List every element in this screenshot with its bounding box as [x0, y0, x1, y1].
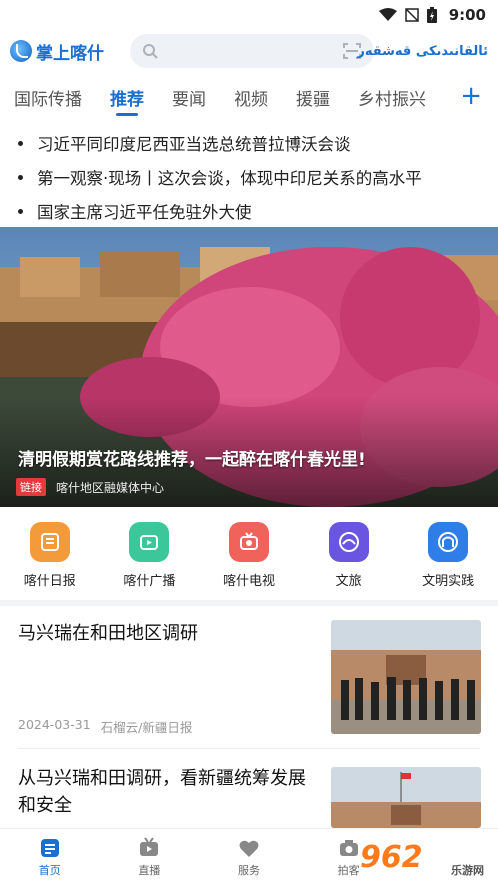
culture-tourism-icon [328, 522, 369, 562]
headline-list: 习近平同印度尼西亚当选总统普拉博沃会谈 第一观察·现场丨这次会谈，体现中印尼关系… [0, 122, 498, 228]
nav-label: 拍客 [337, 864, 360, 877]
nav-label: 服务 [237, 864, 260, 877]
service-icon [239, 840, 259, 857]
add-tab-icon[interactable]: + [460, 83, 482, 109]
headline-item[interactable]: 习近平同印度尼西亚当选总统普拉博沃会谈 [16, 126, 482, 160]
nav-label: 首页 [38, 864, 61, 877]
search-bar[interactable] [130, 34, 374, 68]
tv-icon [228, 522, 269, 562]
service-shortcuts: 喀什日报 喀什广播 喀什电视 文旅 文明实践 [0, 522, 498, 592]
service-kashgar-tv[interactable]: 喀什电视 [204, 522, 294, 592]
tab-recommend[interactable]: 推荐 [110, 72, 144, 122]
news-title: 马兴瑞在和田地区调研 [18, 623, 198, 644]
nav-label: 直播 [138, 864, 161, 877]
logo-mark-icon [10, 40, 32, 62]
tab-video[interactable]: 视频 [234, 72, 268, 122]
service-label: 喀什日报 [23, 574, 76, 589]
radio-icon [129, 522, 170, 562]
status-time: 9:00 [448, 6, 486, 24]
watermark-sub: 乐游网 [451, 864, 484, 877]
news-card[interactable]: 马兴瑞在和田地区调研 2024-03-31 石榴云/新疆日报 [0, 606, 498, 748]
tab-aid-xinjiang[interactable]: 援疆 [296, 72, 330, 122]
uyghur-app-name[interactable]: ئالقانىدىكى قەشقەر [357, 44, 488, 59]
site-watermark: 962 乐游网 [360, 834, 490, 880]
camera-icon [339, 840, 358, 856]
service-label: 喀什广播 [123, 574, 176, 589]
service-kashgar-daily[interactable]: 喀什日报 [5, 522, 95, 592]
nav-service[interactable]: 服务 [199, 829, 299, 885]
bullet-icon [18, 140, 23, 146]
tab-rural-revitalization[interactable]: 乡村振兴 [358, 72, 426, 122]
hero-title: 清明假期赏花路线推荐，一起醉在喀什春光里! [18, 450, 366, 470]
app-logo[interactable]: 掌上喀什 [10, 39, 122, 64]
service-label: 喀什电视 [222, 574, 275, 589]
service-label: 文明实践 [422, 574, 475, 589]
bullet-icon [18, 174, 23, 180]
app-header: 掌上喀什 ئالقانىدىكى قەشقەر [0, 30, 498, 72]
link-badge: 链接 [16, 478, 46, 496]
service-label: 文旅 [335, 574, 362, 589]
tab-international[interactable]: 国际传播 [14, 72, 82, 122]
wifi-icon [378, 8, 397, 21]
newspaper-icon [29, 522, 70, 562]
service-culture-tourism[interactable]: 文旅 [304, 522, 394, 592]
search-icon [143, 44, 158, 59]
hero-meta: 链接 喀什地区融媒体中心 [16, 478, 164, 496]
category-tabs: 国际传播 推荐 要闻 视频 援疆 乡村振兴 + [0, 72, 498, 122]
service-kashgar-radio[interactable]: 喀什广播 [104, 522, 194, 592]
civilization-practice-icon [428, 522, 469, 562]
headline-text: 第一观察·现场丨这次会谈，体现中印尼关系的高水平 [37, 169, 422, 188]
headline-item[interactable]: 国家主席习近平任免驻外大使 [16, 194, 482, 228]
nav-live[interactable]: 直播 [100, 829, 200, 885]
news-title: 从马兴瑞和田调研，看新疆统筹发展和安全 [18, 768, 306, 816]
watermark-brand: 962 [360, 839, 423, 875]
headline-text: 习近平同印度尼西亚当选总统普拉博沃会谈 [37, 135, 351, 154]
news-thumbnail [331, 620, 481, 734]
bullet-icon [18, 208, 23, 214]
news-date: 2024-03-31 [18, 717, 91, 732]
headline-item[interactable]: 第一观察·现场丨这次会谈，体现中印尼关系的高水平 [16, 160, 482, 194]
hero-banner[interactable]: 清明假期赏花路线推荐，一起醉在喀什春光里! 链接 喀什地区融媒体中心 [0, 227, 498, 507]
nav-home[interactable]: 首页 [0, 829, 100, 885]
battery-charging-icon [426, 7, 437, 23]
no-signal-icon [404, 8, 419, 22]
news-source: 石榴云/新疆日报 [100, 720, 193, 735]
news-card[interactable]: 从马兴瑞和田调研，看新疆统筹发展和安全 [0, 749, 498, 828]
headline-text: 国家主席习近平任免驻外大使 [37, 203, 252, 222]
status-bar: 9:00 [0, 0, 498, 30]
news-meta: 2024-03-31 石榴云/新疆日报 [18, 717, 192, 736]
live-icon [140, 837, 159, 856]
home-icon [40, 839, 59, 857]
app-name: 掌上喀什 [36, 43, 104, 64]
service-civilization-practice[interactable]: 文明实践 [403, 522, 493, 592]
hero-source: 喀什地区融媒体中心 [56, 480, 165, 495]
news-thumbnail [331, 767, 481, 828]
tab-headlines[interactable]: 要闻 [172, 72, 206, 122]
